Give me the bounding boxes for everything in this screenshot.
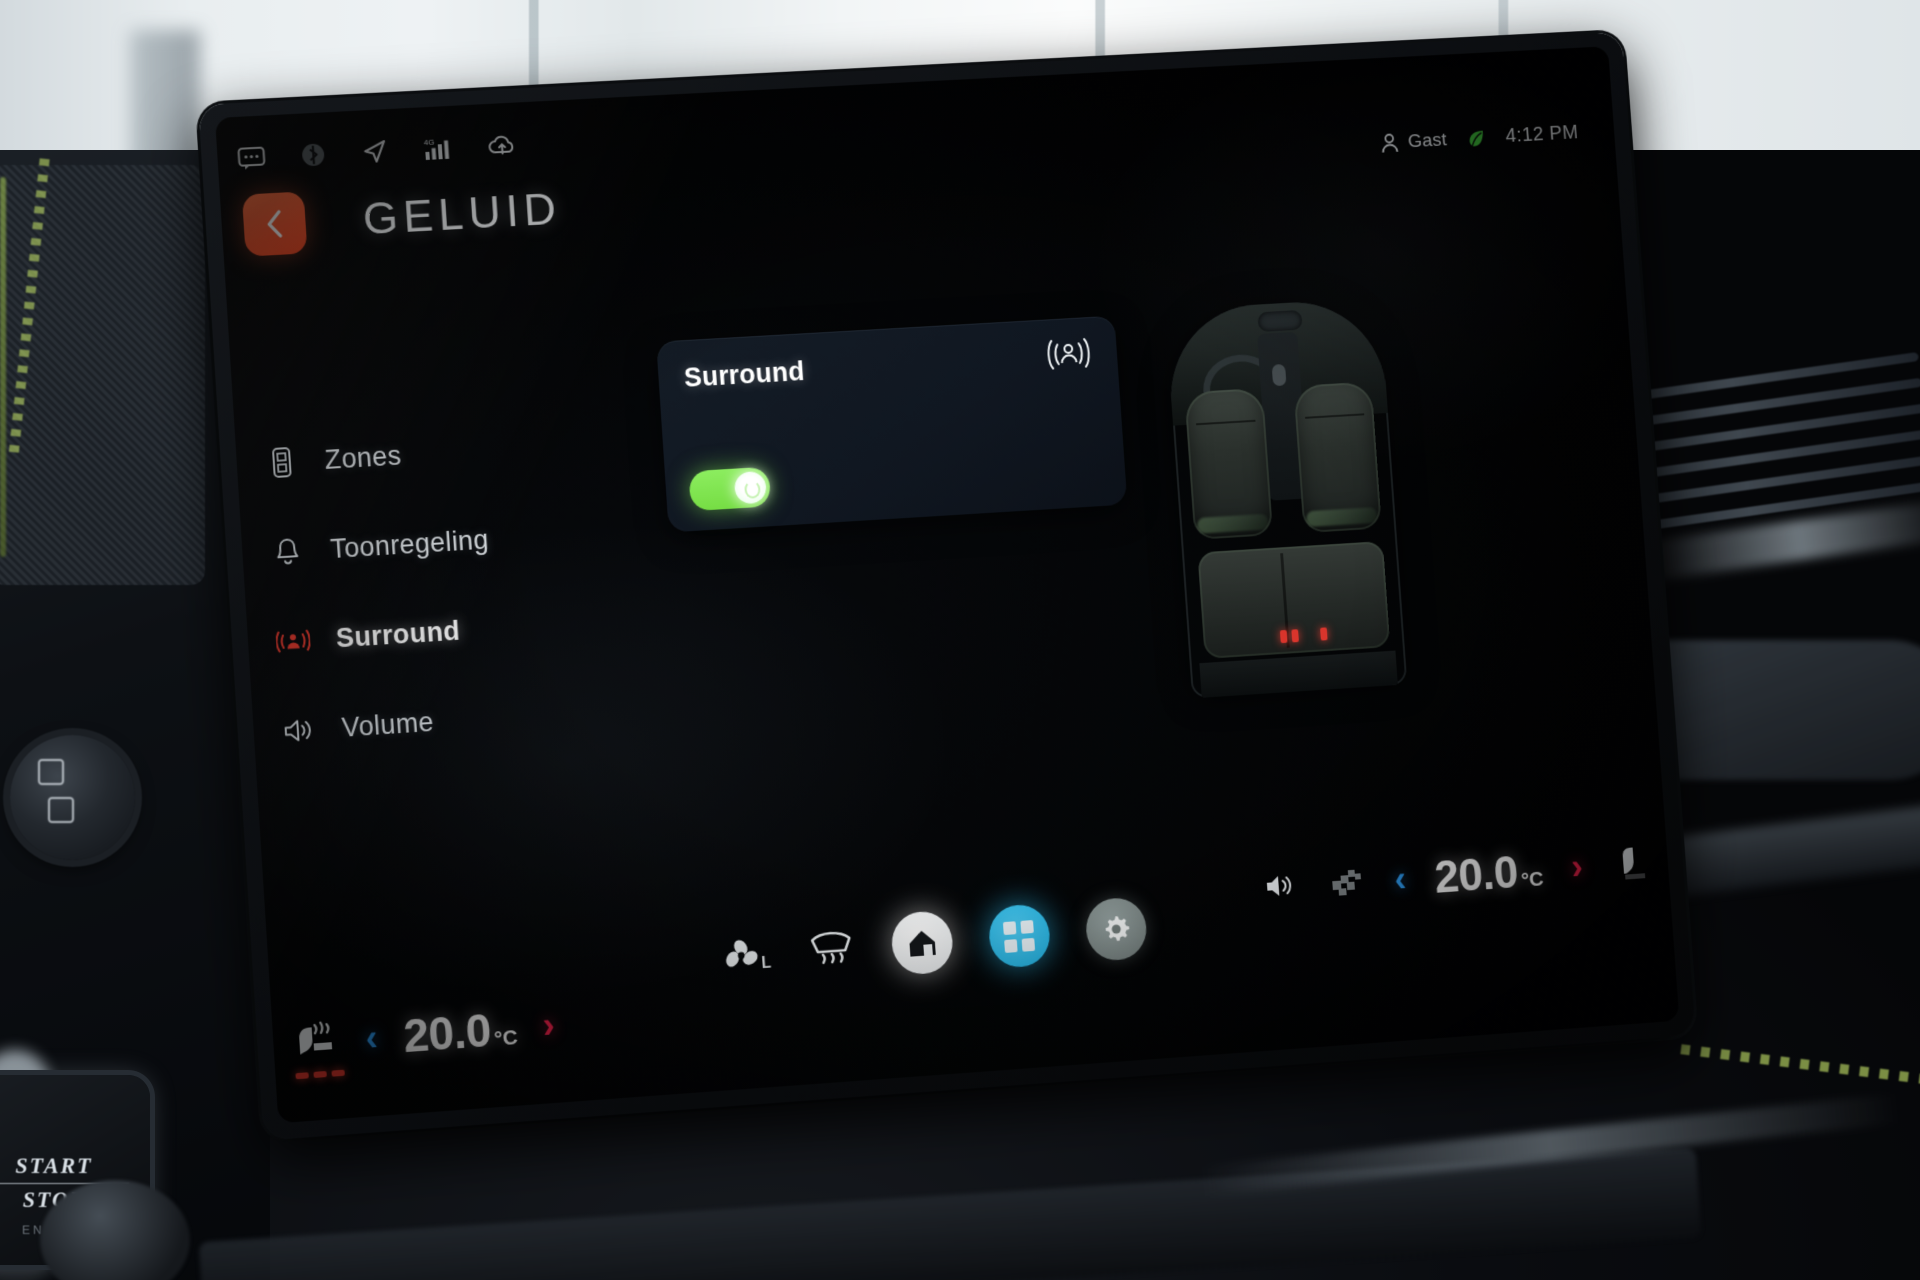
speaker-icon (281, 712, 317, 748)
settings-button[interactable] (1084, 896, 1148, 962)
surround-card: Surround (656, 316, 1127, 533)
fan-level-label: L (761, 954, 772, 973)
heated-seat-icon[interactable] (290, 1017, 341, 1068)
home-button[interactable] (890, 910, 955, 976)
sidebar-item-label: Volume (341, 706, 435, 743)
svg-text:4G: 4G (423, 138, 434, 148)
driver-temp-value: 20.0 (402, 1003, 493, 1064)
driver-temp-unit: °C (493, 1026, 518, 1052)
signal-4g-icon[interactable]: 4G (423, 135, 453, 167)
photo-scene: START STOP ENGINE (0, 0, 1920, 1280)
gear-shifter (1272, 364, 1287, 386)
passenger-temperature: 20.0 °C (1433, 843, 1545, 904)
clock: 4:12 PM (1505, 122, 1579, 148)
rear-indicator-light (1280, 630, 1288, 643)
cabin-rear (1199, 651, 1398, 699)
home-icon (904, 926, 939, 960)
eco-leaf-icon (1465, 127, 1487, 149)
rearview-mirror (1257, 310, 1302, 332)
chevron-left-icon (261, 208, 289, 239)
header-row: GELUID (242, 178, 563, 257)
passenger-seat[interactable] (1293, 381, 1382, 533)
passenger-climate-group: ‹ 20.0 °C › (1262, 836, 1650, 916)
toggle-knob (734, 471, 767, 505)
back-button[interactable] (242, 191, 308, 256)
rear-defrost-icon[interactable] (1328, 863, 1367, 904)
passenger-temp-value: 20.0 (1433, 845, 1520, 904)
message-icon[interactable] (237, 145, 267, 175)
passenger-temp-increase[interactable]: › (1570, 849, 1584, 885)
status-right-group: Gast 4:12 PM (1380, 122, 1580, 155)
bluetooth-icon[interactable] (300, 141, 326, 173)
profile-badge[interactable]: Gast (1380, 129, 1448, 154)
sidebar-item-volume[interactable]: Volume (281, 700, 502, 748)
passenger-seat-icon[interactable] (1609, 840, 1650, 887)
fan-icon[interactable]: L (720, 934, 771, 975)
passenger-temp-unit: °C (1520, 868, 1544, 893)
cabin-top-view[interactable] (1165, 298, 1407, 699)
rear-indicator-light (1291, 629, 1299, 642)
surround-icon (275, 623, 311, 659)
gear-icon (1098, 911, 1133, 947)
volume-icon[interactable] (1263, 869, 1302, 906)
sidebar-item-label: Surround (335, 615, 461, 654)
screen-surface: 4G Gast 4:12 PM GELUID Zones Toonregelin… (215, 46, 1679, 1123)
passenger-temp-decrease[interactable]: ‹ (1393, 861, 1407, 897)
seat-heat-level (295, 1069, 344, 1079)
driver-temperature: 20.0 °C (402, 1001, 519, 1064)
profile-name: Gast (1407, 129, 1448, 152)
driver-climate-group: ‹ 20.0 °C › (290, 998, 557, 1071)
dock-center-group: L (720, 896, 1149, 988)
page-title: GELUID (361, 183, 562, 245)
front-defrost-icon[interactable] (806, 925, 856, 973)
bell-icon (269, 534, 305, 570)
rear-indicator-light (1320, 627, 1328, 640)
driver-temp-increase[interactable]: › (542, 1007, 556, 1044)
driver-seat[interactable] (1184, 388, 1273, 540)
driver-temp-decrease[interactable]: ‹ (364, 1020, 378, 1057)
surround-listener-icon (1044, 335, 1093, 378)
system-icons: 4G (237, 130, 518, 177)
sidebar-item-label: Toonregeling (329, 524, 489, 565)
zones-icon (264, 444, 300, 480)
infotainment-display: 4G Gast 4:12 PM GELUID Zones Toonregelin… (215, 46, 1679, 1123)
sidebar: Zones Toonregeling Surround Volume (264, 434, 501, 749)
cloud-upload-icon[interactable] (487, 132, 518, 162)
navigation-icon[interactable] (360, 137, 390, 171)
surround-toggle[interactable] (688, 467, 771, 512)
apps-button[interactable] (987, 903, 1051, 969)
sidebar-item-label: Zones (324, 440, 403, 476)
sidebar-item-surround[interactable]: Surround (275, 611, 495, 659)
sidebar-item-toonregeling[interactable]: Toonregeling (269, 522, 489, 569)
rotary-knob[interactable] (10, 735, 135, 860)
sidebar-item-zones[interactable]: Zones (264, 434, 484, 481)
apps-grid-icon (1003, 920, 1035, 953)
card-title: Surround (683, 356, 805, 394)
door-panel (0, 165, 205, 585)
person-icon (1380, 132, 1400, 154)
climate-dock: ‹ 20.0 °C › L ‹ 20.0 °C › (266, 834, 1674, 1052)
start-label: START (0, 1153, 129, 1179)
card-header: Surround (683, 335, 1094, 399)
